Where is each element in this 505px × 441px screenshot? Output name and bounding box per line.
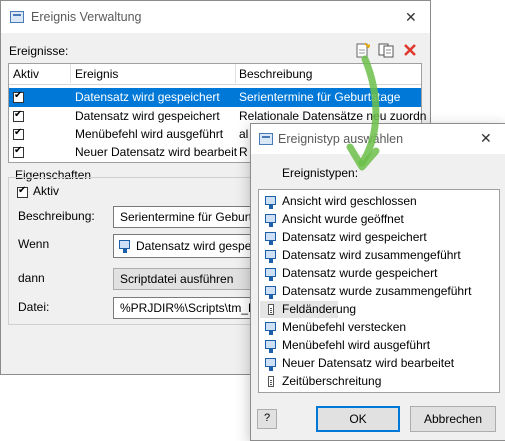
list-item-label: Feldänderung [282,302,357,316]
ok-label: OK [349,412,367,426]
column-header-event[interactable]: Ereignis [75,67,118,81]
list-item[interactable]: Feldänderung [260,301,356,318]
monitor-icon [265,268,276,281]
then-select[interactable]: Scriptdatei ausführen [113,268,253,290]
window-title: Ereignis Verwaltung [31,10,142,24]
list-item[interactable]: Datensatz wird gespeichert [260,229,498,246]
then-value: Scriptdatei ausführen [120,272,234,286]
cancel-button[interactable]: Abbrechen [410,406,496,432]
event-cell: Datensatz wird gespeichert [75,90,220,104]
active-checkbox[interactable] [13,90,24,103]
event-types-list[interactable]: Ansicht wird geschlossen Ansicht wurde ge… [258,189,500,393]
dialog-app-icon [259,133,273,145]
active-checkbox[interactable] [13,127,24,140]
list-item[interactable]: Datensatz wird zusammengeführt [260,247,498,264]
active-checkbox[interactable] [13,109,24,122]
field-icon [268,376,274,387]
ok-button[interactable]: OK [316,406,400,432]
list-item-label: Ansicht wird geschlossen [282,194,417,208]
list-item-label: Ansicht wurde geöffnet [282,212,404,226]
help-icon: ? [263,412,271,424]
cancel-label: Abbrechen [423,412,483,426]
description-cell: Relationale Datensätze neu zuordn [239,109,427,123]
column-header-description[interactable]: Beschreibung [239,67,312,81]
list-item-label: Neuer Datensatz wird bearbeitet [282,356,455,370]
active-checkbox[interactable] [13,145,24,158]
description-cell: al [239,127,249,141]
list-item[interactable]: Ansicht wurde geöffnet [260,211,498,228]
description-field[interactable]: Serientermine für Geburt [113,206,253,228]
list-item-label: Datensatz wurde zusammengeführt [282,284,472,298]
monitor-icon [265,250,276,263]
column-header-active[interactable]: Aktiv [13,67,39,81]
list-item[interactable]: Ansicht wird geschlossen [260,193,498,210]
monitor-icon [265,286,276,299]
list-item-label: Datensatz wird zusammengeführt [282,248,461,262]
monitor-icon [265,340,276,353]
event-cell: Menübefehl wird ausgeführt [75,127,224,141]
list-item[interactable]: Menübefehl verstecken [260,319,498,336]
list-item[interactable]: Datensatz wurde gespeichert [260,265,498,282]
title-bar: Ereignis Verwaltung ✕ [1,1,430,33]
list-item-label: Menübefehl verstecken [282,320,407,334]
monitor-icon [265,232,276,245]
field-icon [268,304,274,315]
list-item-label: Menübefehl wird ausgeführt [282,338,431,352]
list-item-label: Zeitüberschreitung [282,374,382,388]
list-item-label: Datensatz wird gespeichert [282,230,427,244]
active-property-checkbox[interactable] [17,185,28,198]
file-path-value: %PRJDIR%\Scripts\tm_B [120,301,257,315]
description-label: Beschreibung: [18,209,95,223]
delete-icon[interactable] [402,42,418,58]
close-icon[interactable]: ✕ [480,130,492,147]
list-item[interactable]: Zeitüberschreitung [260,373,498,390]
then-label: dann [18,271,45,285]
monitor-icon [265,214,276,227]
list-item[interactable]: Datensatz wurde zusammengeführt [260,283,498,300]
description-cell: R [239,145,248,159]
when-label: Wenn [18,237,50,251]
monitor-icon [265,196,276,209]
monitor-icon [265,322,276,335]
monitor-icon [265,358,276,371]
monitor-icon [119,240,130,253]
help-button[interactable]: ? [257,409,277,429]
event-cell: Datensatz wird gespeichert [75,109,220,123]
event-cell: Neuer Datensatz wird bearbeit [75,145,238,159]
close-icon[interactable]: ✕ [405,9,417,26]
file-path-field[interactable]: %PRJDIR%\Scripts\tm_B [113,297,257,319]
annotation-arrow [346,55,380,171]
list-item-label: Datensatz wurde gespeichert [282,266,438,280]
window-app-icon [10,11,24,23]
when-value: Datensatz wird gespe [136,239,252,253]
description-value: Serientermine für Geburt [120,210,253,224]
list-item[interactable]: Neuer Datensatz wird bearbeitet [260,355,498,372]
active-property-label: Aktiv [33,184,60,198]
events-label: Ereignisse: [9,44,69,58]
when-select[interactable]: Datensatz wird gespe [113,234,253,258]
file-label: Datei: [18,300,50,314]
list-item[interactable]: Menübefehl wird ausgeführt [260,337,498,354]
